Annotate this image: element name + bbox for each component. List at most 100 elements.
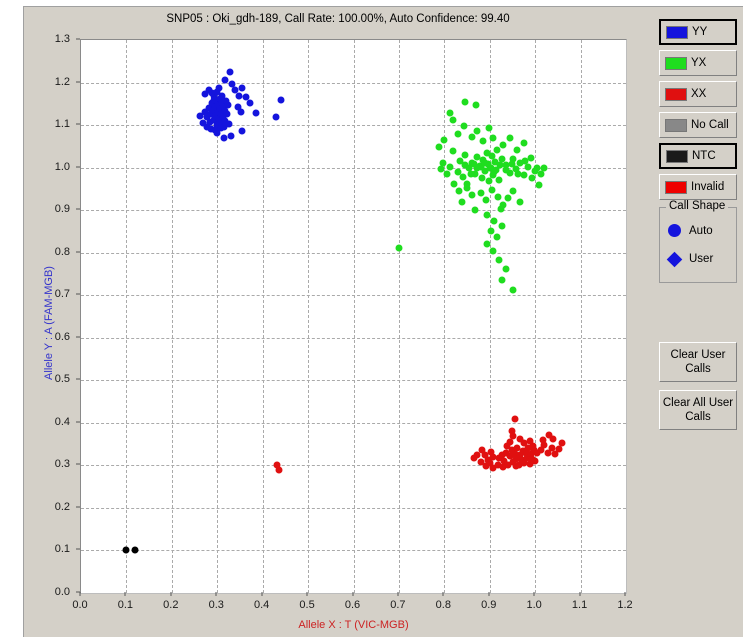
data-point-xx[interactable]	[276, 466, 283, 473]
data-point-yx[interactable]	[474, 128, 481, 135]
data-point-yx[interactable]	[470, 161, 477, 168]
data-point-yx[interactable]	[527, 155, 534, 162]
data-point-xx[interactable]	[483, 463, 490, 470]
data-point-yx[interactable]	[520, 139, 527, 146]
data-point-yy[interactable]	[239, 85, 246, 92]
data-point-yx[interactable]	[446, 110, 453, 117]
data-point-yx[interactable]	[395, 245, 402, 252]
data-point-yx[interactable]	[498, 206, 505, 213]
data-point-yx[interactable]	[435, 144, 442, 151]
legend-button-xx[interactable]: XX	[659, 81, 737, 107]
data-point-yy[interactable]	[226, 121, 233, 128]
data-point-yy[interactable]	[277, 96, 284, 103]
data-point-yx[interactable]	[541, 165, 548, 172]
data-point-yx[interactable]	[514, 170, 521, 177]
data-point-yx[interactable]	[510, 287, 517, 294]
data-point-yx[interactable]	[464, 185, 471, 192]
data-point-yx[interactable]	[468, 133, 475, 140]
data-point-yy[interactable]	[221, 134, 228, 141]
data-point-xx[interactable]	[559, 440, 566, 447]
data-point-xx[interactable]	[540, 436, 547, 443]
data-point-yx[interactable]	[495, 257, 502, 264]
legend-button-yy[interactable]: YY	[659, 19, 737, 45]
data-point-yx[interactable]	[443, 170, 450, 177]
data-point-yy[interactable]	[204, 124, 211, 131]
clear-user-calls-button[interactable]: Clear User Calls	[659, 342, 737, 382]
data-point-yx[interactable]	[535, 182, 542, 189]
data-point-yy[interactable]	[226, 68, 233, 75]
data-point-yy[interactable]	[239, 128, 246, 135]
data-point-yy[interactable]	[246, 99, 253, 106]
data-point-xx[interactable]	[516, 436, 523, 443]
clear-all-user-calls-button[interactable]: Clear All User Calls	[659, 390, 737, 430]
data-point-yy[interactable]	[221, 77, 228, 84]
data-point-xx[interactable]	[470, 454, 477, 461]
data-point-yx[interactable]	[484, 241, 491, 248]
data-point-xx[interactable]	[532, 458, 539, 465]
data-point-yx[interactable]	[504, 195, 511, 202]
data-point-xx[interactable]	[477, 458, 484, 465]
data-point-yx[interactable]	[441, 137, 448, 144]
data-point-yx[interactable]	[479, 138, 486, 145]
data-point-yx[interactable]	[478, 175, 485, 182]
data-point-yy[interactable]	[252, 110, 259, 117]
data-point-yx[interactable]	[528, 175, 535, 182]
data-point-yy[interactable]	[225, 101, 232, 108]
legend-button-ntc[interactable]: NTC	[659, 143, 737, 169]
data-point-xx[interactable]	[508, 427, 515, 434]
data-point-yx[interactable]	[455, 188, 462, 195]
data-point-ntc[interactable]	[131, 546, 138, 553]
data-point-yx[interactable]	[499, 223, 506, 230]
data-point-yx[interactable]	[462, 151, 469, 158]
data-point-yx[interactable]	[491, 168, 498, 175]
data-point-xx[interactable]	[512, 416, 519, 423]
data-point-yx[interactable]	[483, 196, 490, 203]
data-point-yx[interactable]	[449, 148, 456, 155]
data-point-yx[interactable]	[490, 134, 497, 141]
data-point-ntc[interactable]	[123, 547, 130, 554]
call-shape-auto-option[interactable]: Auto	[668, 224, 713, 237]
data-point-yx[interactable]	[514, 146, 521, 153]
data-point-yx[interactable]	[489, 186, 496, 193]
data-point-yx[interactable]	[500, 142, 507, 149]
data-point-yx[interactable]	[485, 124, 492, 131]
data-point-yy[interactable]	[197, 112, 204, 119]
data-point-yx[interactable]	[461, 162, 468, 169]
data-point-yx[interactable]	[469, 192, 476, 199]
data-point-yx[interactable]	[473, 101, 480, 108]
data-point-yx[interactable]	[437, 166, 444, 173]
data-point-xx[interactable]	[504, 443, 511, 450]
data-point-yx[interactable]	[446, 163, 453, 170]
call-shape-user-option[interactable]: User	[668, 253, 713, 265]
data-point-yx[interactable]	[461, 98, 468, 105]
data-point-yx[interactable]	[494, 194, 501, 201]
data-point-yx[interactable]	[472, 207, 479, 214]
data-point-yx[interactable]	[467, 170, 474, 177]
data-point-yx[interactable]	[493, 233, 500, 240]
data-point-yy[interactable]	[224, 111, 231, 118]
data-point-yx[interactable]	[486, 178, 493, 185]
data-point-yx[interactable]	[491, 217, 498, 224]
data-point-yy[interactable]	[205, 86, 212, 93]
data-point-yx[interactable]	[502, 166, 509, 173]
data-point-yy[interactable]	[227, 132, 234, 139]
data-point-xx[interactable]	[513, 463, 520, 470]
data-point-yy[interactable]	[217, 125, 224, 132]
data-point-yx[interactable]	[502, 265, 509, 272]
data-point-yx[interactable]	[516, 199, 523, 206]
data-point-yy[interactable]	[235, 93, 242, 100]
data-point-yx[interactable]	[484, 212, 491, 219]
data-point-yx[interactable]	[490, 247, 497, 254]
data-point-yx[interactable]	[495, 176, 502, 183]
data-point-yx[interactable]	[487, 227, 494, 234]
data-point-yx[interactable]	[510, 188, 517, 195]
data-point-xx[interactable]	[555, 446, 562, 453]
data-point-yx[interactable]	[507, 134, 514, 141]
legend-button-invalid[interactable]: Invalid	[659, 174, 737, 200]
data-point-yx[interactable]	[460, 122, 467, 129]
data-point-yx[interactable]	[508, 161, 515, 168]
data-point-yx[interactable]	[450, 116, 457, 123]
legend-button-no-call[interactable]: No Call	[659, 112, 737, 138]
data-point-yx[interactable]	[458, 199, 465, 206]
data-point-yx[interactable]	[455, 130, 462, 137]
